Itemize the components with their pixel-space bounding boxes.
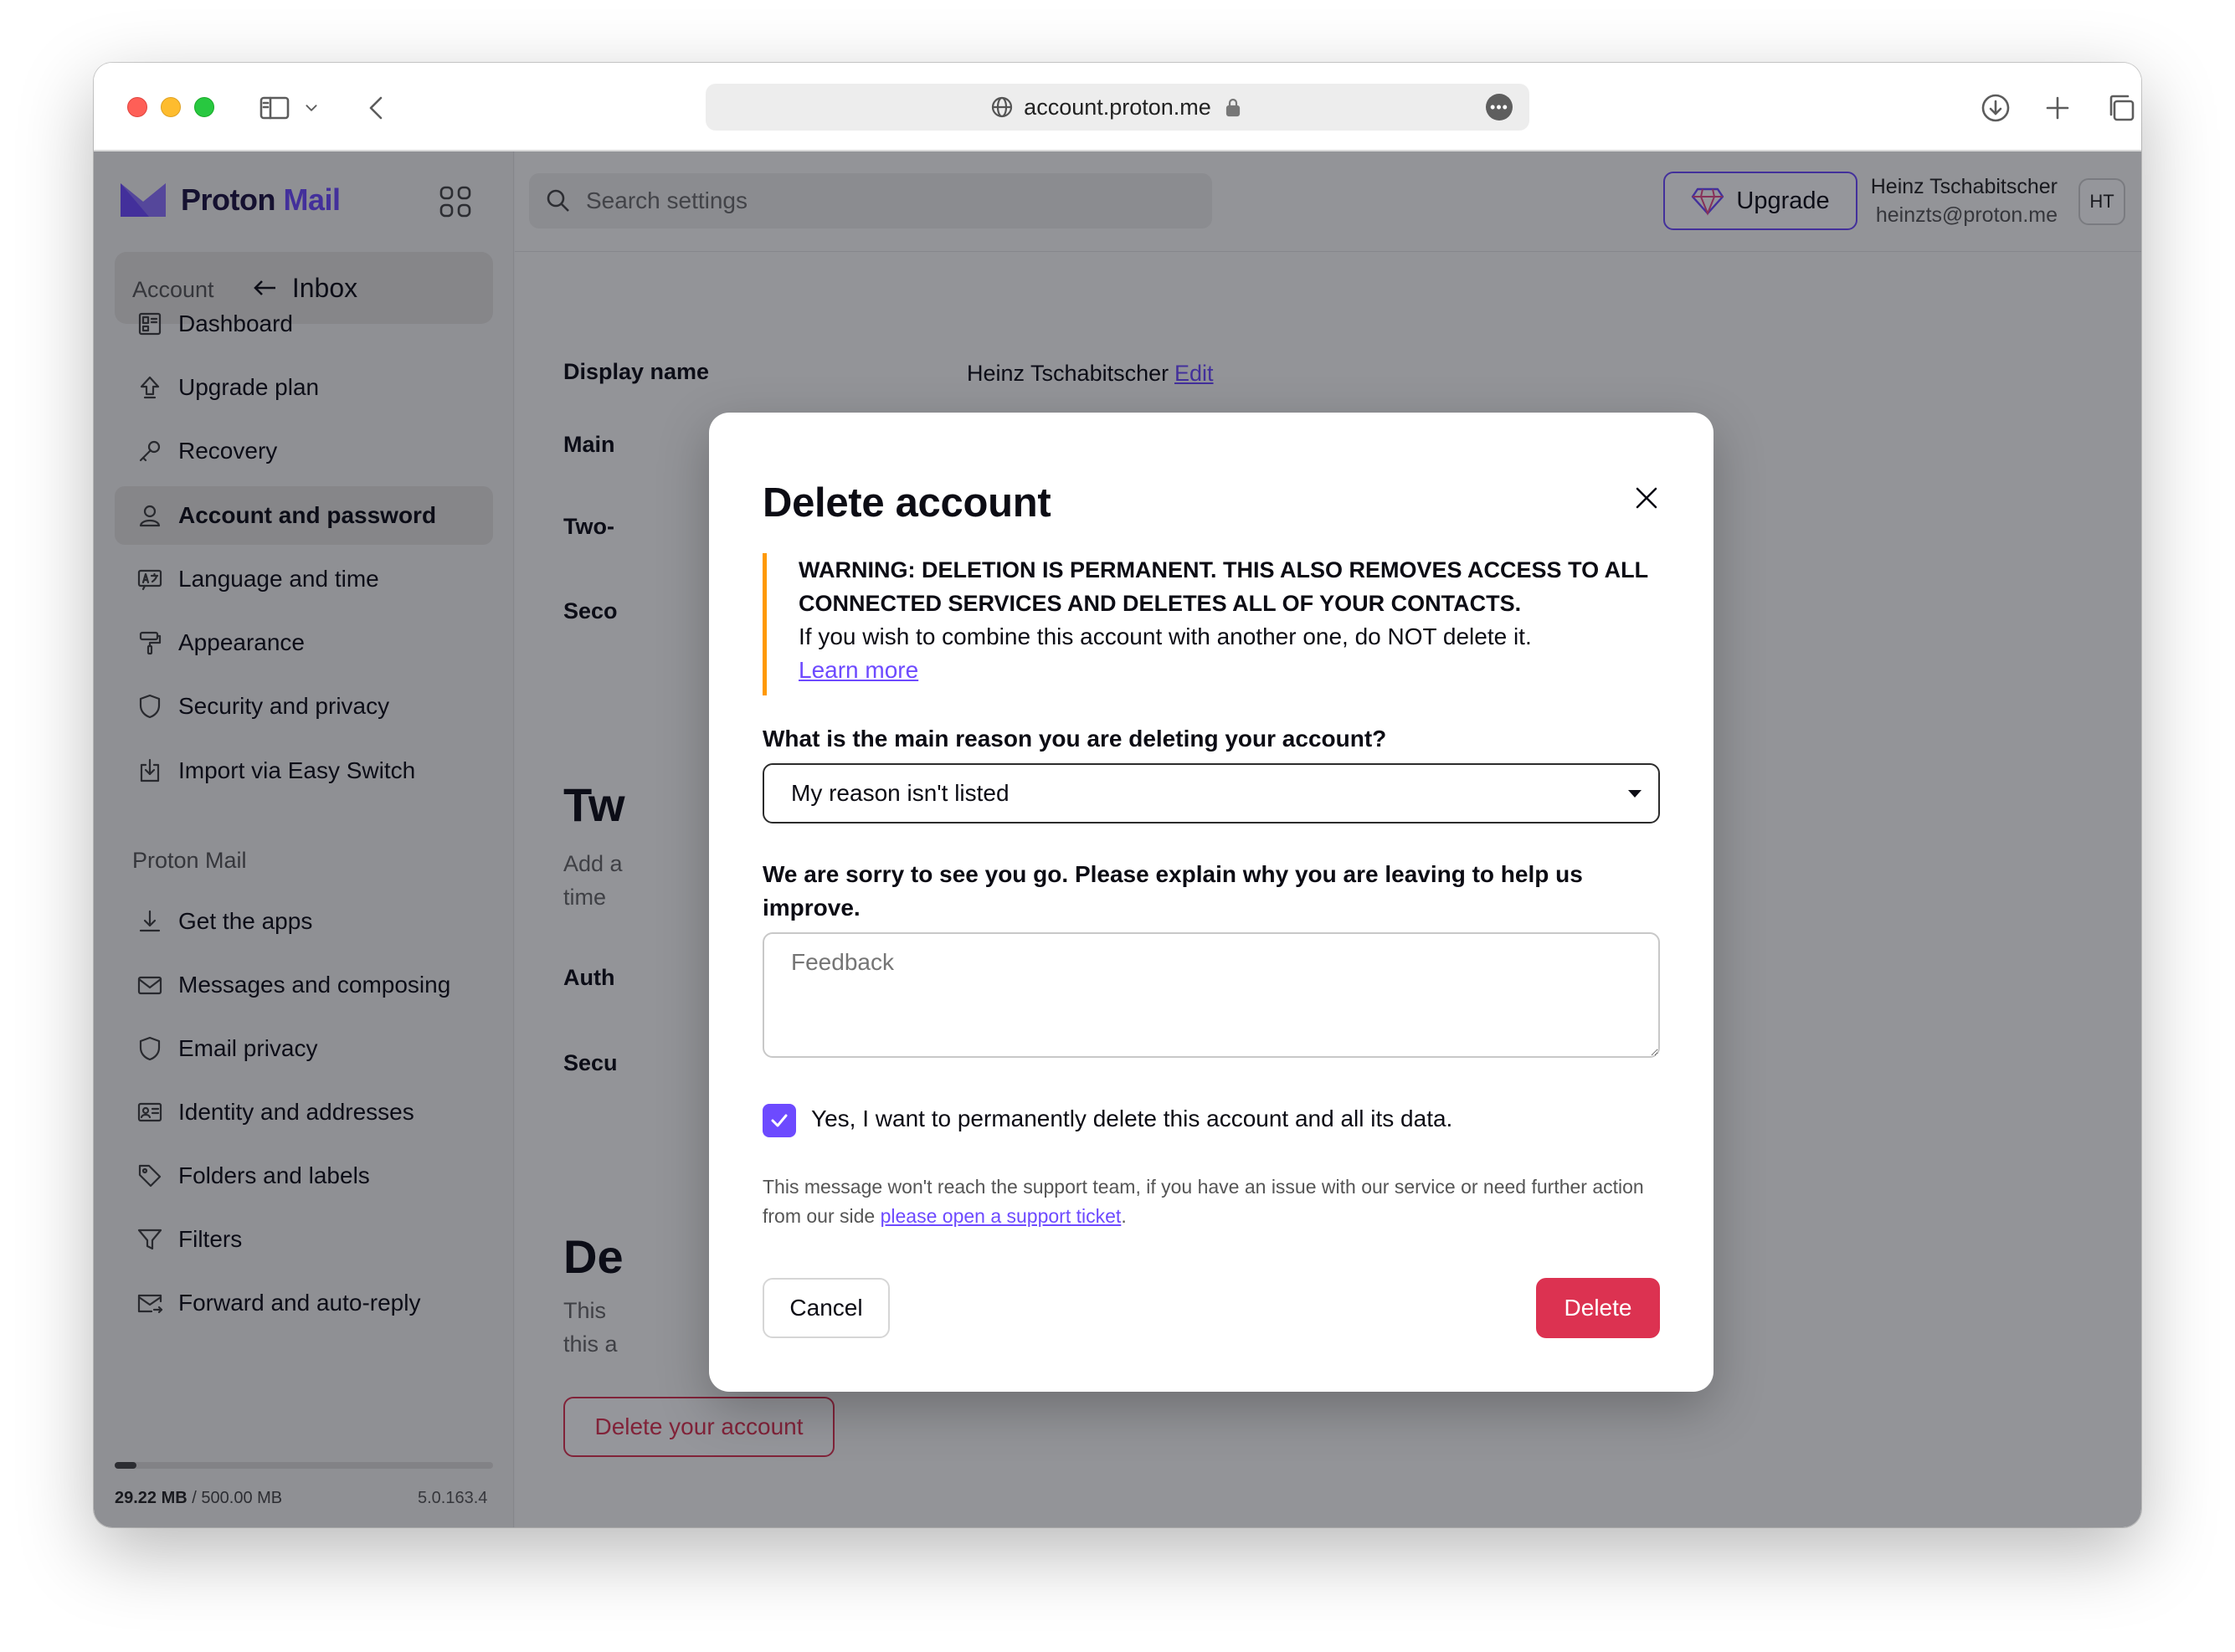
checkmark-icon	[771, 1114, 788, 1127]
globe-icon	[992, 96, 1013, 118]
confirm-delete-label[interactable]: Yes, I want to permanently delete this a…	[811, 1106, 1452, 1132]
reason-select[interactable]: My reason isn't listed	[763, 763, 1660, 823]
caret-down-icon	[1628, 790, 1642, 798]
close-modal-button[interactable]	[1628, 480, 1665, 516]
lock-icon	[1225, 98, 1240, 117]
new-tab-icon[interactable]	[2039, 90, 2076, 126]
delete-button[interactable]: Delete	[1536, 1278, 1660, 1338]
support-note: This message won't reach the support tea…	[763, 1172, 1660, 1231]
close-icon	[1636, 487, 1657, 509]
learn-more-link[interactable]: Learn more	[799, 654, 918, 687]
support-ticket-link[interactable]: please open a support ticket	[881, 1205, 1122, 1227]
browser-toolbar: account.proton.me •••	[94, 63, 2141, 151]
page-menu-icon[interactable]: •••	[1486, 94, 1513, 121]
url-text: account.proton.me	[1024, 94, 1211, 120]
tab-overview-icon[interactable]	[2103, 90, 2140, 126]
back-arrow-icon[interactable]	[358, 90, 395, 126]
downloads-icon[interactable]	[1977, 90, 2014, 126]
delete-account-modal: Delete account WARNING: DELETION IS PERM…	[709, 413, 1714, 1392]
warning-text: If you wish to combine this account with…	[799, 623, 1532, 649]
browser-window: account.proton.me ••• Proton Mail Inbox …	[94, 63, 2141, 1527]
reason-selected-value: My reason isn't listed	[791, 780, 1010, 806]
sidebar-toggle-icon[interactable]	[256, 90, 293, 126]
address-bar[interactable]: account.proton.me •••	[706, 84, 1529, 131]
deletion-warning: WARNING: DELETION IS PERMANENT. THIS ALS…	[763, 553, 1658, 695]
minimize-window-button[interactable]	[161, 97, 181, 117]
close-window-button[interactable]	[127, 97, 147, 117]
support-note-end: .	[1121, 1205, 1127, 1227]
modal-title: Delete account	[763, 480, 1051, 526]
warning-strong-text: WARNING: DELETION IS PERMANENT. THIS ALS…	[799, 557, 1648, 616]
reason-label: What is the main reason you are deleting…	[763, 726, 1387, 752]
chevron-down-icon[interactable]	[300, 90, 323, 126]
zoom-window-button[interactable]	[194, 97, 214, 117]
cancel-button[interactable]: Cancel	[763, 1278, 890, 1338]
feedback-label: We are sorry to see you go. Please expla…	[763, 861, 1583, 921]
confirm-delete-checkbox[interactable]	[763, 1104, 796, 1137]
feedback-textarea[interactable]	[763, 932, 1660, 1058]
